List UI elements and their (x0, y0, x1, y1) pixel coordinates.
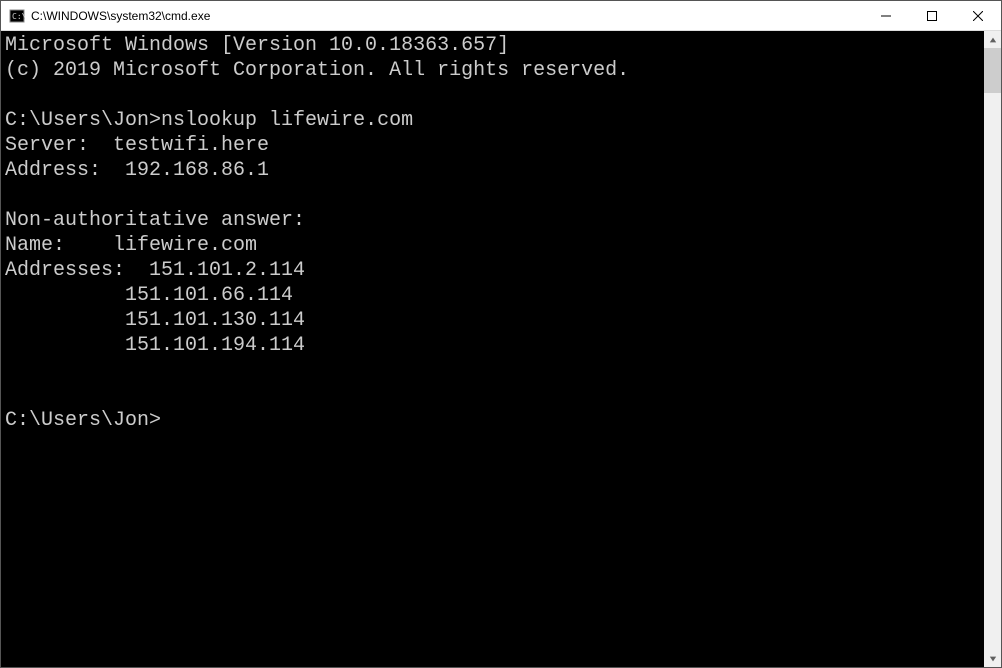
address-indent (5, 334, 125, 357)
cmd-window: C:\ C:\WINDOWS\system32\cmd.exe Microsof… (0, 0, 1002, 668)
addresses-label: Addresses: (5, 259, 149, 282)
scroll-down-arrow-icon[interactable] (984, 650, 1001, 667)
nonauth-header: Non-authoritative answer: (5, 209, 305, 232)
prompt: C:\Users\Jon> (5, 109, 161, 132)
banner-line: (c) 2019 Microsoft Corporation. All righ… (5, 59, 629, 82)
maximize-button[interactable] (909, 1, 955, 30)
banner-line: Microsoft Windows [Version 10.0.18363.65… (5, 34, 509, 57)
server-value: testwifi.here (113, 134, 269, 157)
vertical-scrollbar[interactable] (984, 31, 1001, 667)
scroll-up-arrow-icon[interactable] (984, 31, 1001, 48)
server-label: Server: (5, 134, 113, 157)
command-text: nslookup lifewire.com (161, 109, 413, 132)
address-item: 151.101.130.114 (125, 309, 305, 332)
address-item: 151.101.66.114 (125, 284, 293, 307)
address-item: 151.101.2.114 (149, 259, 305, 282)
window-controls (863, 1, 1001, 30)
close-button[interactable] (955, 1, 1001, 30)
terminal-area: Microsoft Windows [Version 10.0.18363.65… (1, 31, 1001, 667)
name-value: lifewire.com (113, 234, 257, 257)
window-title: C:\WINDOWS\system32\cmd.exe (31, 9, 863, 23)
scroll-thumb[interactable] (984, 48, 1001, 93)
titlebar[interactable]: C:\ C:\WINDOWS\system32\cmd.exe (1, 1, 1001, 31)
prompt: C:\Users\Jon> (5, 409, 161, 432)
address-item: 151.101.194.114 (125, 334, 305, 357)
terminal-output[interactable]: Microsoft Windows [Version 10.0.18363.65… (1, 31, 984, 667)
name-label: Name: (5, 234, 113, 257)
address-indent (5, 284, 125, 307)
scroll-track[interactable] (984, 48, 1001, 650)
cmd-icon: C:\ (9, 8, 25, 24)
address-value: 192.168.86.1 (125, 159, 269, 182)
svg-text:C:\: C:\ (12, 12, 25, 21)
address-indent (5, 309, 125, 332)
minimize-button[interactable] (863, 1, 909, 30)
address-label: Address: (5, 159, 125, 182)
